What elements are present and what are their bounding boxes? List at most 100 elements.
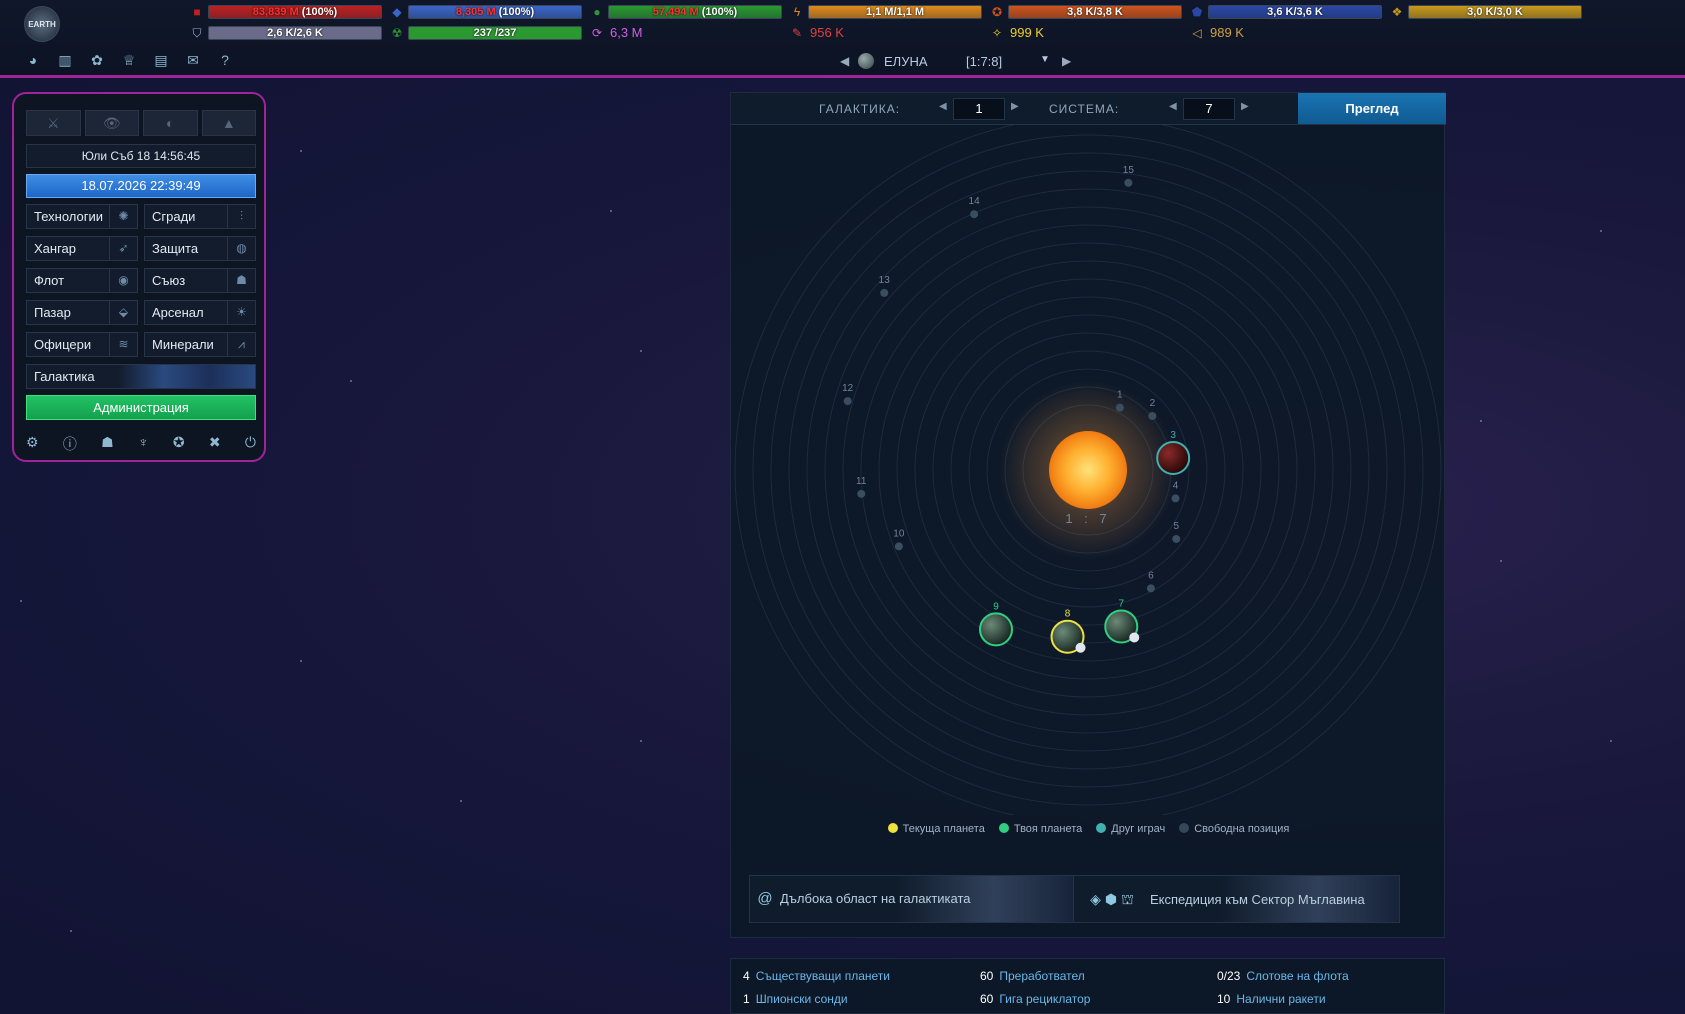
chevron-down-icon[interactable]: ▼	[1040, 54, 1050, 65]
resource-gold-resource[interactable]: ❖ 3,0 K/3,0 K	[1390, 4, 1585, 20]
review-button[interactable]: Преглед	[1298, 93, 1446, 124]
resource-text: 83,839 M (100%)	[252, 6, 338, 18]
local-clock: 18.07.2026 22:39:49	[26, 174, 256, 198]
planet-position-13[interactable]: 13	[879, 275, 891, 297]
deep-space-button[interactable]: @ Дълбока област на галактиката	[749, 875, 1076, 923]
planet-position-12[interactable]: 12	[842, 383, 854, 406]
menu-defense-button[interactable]: Защита ◍	[144, 236, 256, 261]
resource-bar: 3,8 K/3,8 K	[1008, 5, 1182, 19]
deuterium-icon: ●	[593, 5, 601, 19]
menu-tag-button[interactable]: Пазар ⬙	[26, 300, 138, 325]
planet-position-14[interactable]: 14	[969, 196, 981, 219]
help-icon[interactable]: ?	[216, 52, 234, 68]
menu-fleet-button[interactable]: Флот ◉	[26, 268, 138, 293]
star	[610, 210, 612, 212]
legend-item: Текуща планета	[887, 823, 985, 835]
admin-button[interactable]: Администрация	[26, 395, 256, 420]
stats-icon[interactable]: ▥	[56, 52, 74, 69]
planet-position-8[interactable]: 8	[1050, 609, 1086, 654]
stat-number: 60	[980, 992, 994, 1006]
settings-icon[interactable]: ⚙	[26, 434, 39, 454]
planet-selector[interactable]: ◀ ЕЛУНА [1:7:8] ▼ ▶	[840, 52, 1080, 72]
radiation-icon: ☢	[391, 26, 403, 40]
resource-crystal[interactable]: ◆ 8,305 M (100%)	[390, 4, 585, 20]
menu-sliders-button[interactable]: Сгради ⫶	[144, 204, 256, 229]
planet-position-11[interactable]: 11	[856, 476, 867, 498]
menu-alliance-button[interactable]: Съюз ☗	[144, 268, 256, 293]
resource-cycle[interactable]: ⟳ 6,3 M	[590, 25, 785, 41]
power-icon[interactable]: ⏻	[245, 434, 256, 454]
next-planet-icon[interactable]: ▶	[1062, 54, 1071, 68]
expedition-button[interactable]: ◈ ⬢ ⛫ Експедиция към Сектор Мъглавина	[1073, 875, 1400, 923]
award-icon[interactable]: ♆	[138, 434, 149, 454]
sun-icon: ☀	[227, 301, 255, 324]
info-icon[interactable]: ⓘ	[63, 434, 77, 454]
stat-item: 4 Съществуващи планети	[743, 969, 890, 983]
resource-tool[interactable]: ✎ 956 K	[790, 25, 985, 41]
users-icon[interactable]: ☗	[101, 434, 114, 454]
planet-coords: [1:7:8]	[966, 54, 1003, 69]
galaxy-button[interactable]: Галактика	[26, 364, 256, 389]
prev-planet-icon[interactable]: ◀	[840, 54, 849, 68]
resource-deuterium[interactable]: ● 57,494 M (100%)	[590, 4, 785, 20]
planet-position-5[interactable]: 5	[1172, 521, 1181, 543]
support-icon[interactable]: ✪	[173, 434, 185, 454]
planet-position-15[interactable]: 15	[1123, 165, 1135, 187]
moon-icon[interactable]: ◐	[143, 110, 198, 136]
resource-shield[interactable]: ⛉ 2,6 K/2,6 K	[190, 25, 385, 41]
menu-rank-button[interactable]: Офицери ≋	[26, 332, 138, 357]
position-number: 11	[856, 476, 867, 487]
star	[1500, 560, 1502, 562]
orange-resource-icon: ✪	[991, 5, 1003, 19]
star	[350, 380, 352, 382]
free-slot-dot	[843, 397, 852, 406]
chat-icon[interactable]: ▤	[152, 52, 170, 69]
menu-sun-button[interactable]: Арсенал ☀	[144, 300, 256, 325]
system-prev-icon[interactable]: ◀	[1169, 101, 1177, 112]
menu-rocket-button[interactable]: Хангар ➶	[26, 236, 138, 261]
legend-item: Твоя планета	[998, 823, 1082, 835]
left-panel: ⚔ 👁 ◐ ▲ Юли Съб 18 14:56:45 18.07.2026 2…	[12, 92, 266, 462]
galaxy-label: ГАЛАКТИКА:	[819, 102, 901, 116]
position-number: 8	[1065, 609, 1071, 620]
free-slot-dot	[880, 288, 889, 297]
menu-atom-button[interactable]: Технологии ✺	[26, 204, 138, 229]
star	[70, 930, 72, 932]
system-input[interactable]: 7	[1183, 98, 1235, 120]
trophy-icon[interactable]: ♕	[120, 52, 138, 69]
legend-label: Текуща планета	[902, 823, 985, 835]
mail-icon[interactable]: ✉	[184, 52, 202, 69]
planet-position-10[interactable]: 10	[893, 528, 905, 551]
menu-graph-button[interactable]: Минерали ⩘	[144, 332, 256, 357]
resource-text: 3,8 K/3,8 K	[1067, 6, 1123, 18]
alliance-icon: ☗	[227, 269, 255, 292]
rocket-tab-icon[interactable]: ▲	[201, 110, 256, 136]
menu-label: Пазар	[34, 305, 71, 320]
menu-label: Флот	[34, 273, 65, 288]
planet-icon[interactable]: ◕	[24, 52, 42, 68]
sword-icon[interactable]: ⚔	[26, 110, 81, 136]
resource-box[interactable]: ◁ 989 K	[1190, 25, 1385, 41]
medal-icon[interactable]: ✿	[88, 52, 106, 69]
resource-radiation[interactable]: ☢ 237 /237	[390, 25, 585, 41]
planet-position-6[interactable]: 6	[1146, 570, 1155, 593]
system-next-icon[interactable]: ▶	[1241, 101, 1249, 112]
resource-energy[interactable]: ϟ 1,1 M/1,1 M	[790, 4, 985, 20]
resource-star[interactable]: ✧ 999 K	[990, 25, 1185, 41]
resource-metal[interactable]: ■ 83,839 M (100%)	[190, 4, 385, 20]
planet-position-9[interactable]: 9	[979, 601, 1013, 647]
planet-position-2[interactable]: 2	[1148, 398, 1157, 421]
planet-position-4[interactable]: 4	[1171, 480, 1180, 503]
resource-orange-resource[interactable]: ✪ 3,8 K/3,8 K	[990, 4, 1185, 20]
galaxy-input[interactable]: 1	[953, 98, 1005, 120]
galaxy-next-icon[interactable]: ▶	[1011, 101, 1019, 112]
eye-icon[interactable]: 👁	[84, 110, 139, 136]
tools-icon[interactable]: ✖	[209, 434, 221, 454]
resource-blue-resource[interactable]: ⬟ 3,6 K/3,6 K	[1190, 4, 1385, 20]
legend-label: Свободна позиция	[1194, 823, 1290, 835]
menu-label: Хангар	[34, 241, 76, 256]
system-label: СИСТЕМА:	[1049, 102, 1120, 116]
galaxy-prev-icon[interactable]: ◀	[939, 101, 947, 112]
game-logo[interactable]: EARTH	[24, 6, 60, 42]
galaxy-view: ГАЛАКТИКА: ◀ 1 ▶ СИСТЕМА: ◀ 7 ▶ Преглед	[730, 92, 1446, 938]
